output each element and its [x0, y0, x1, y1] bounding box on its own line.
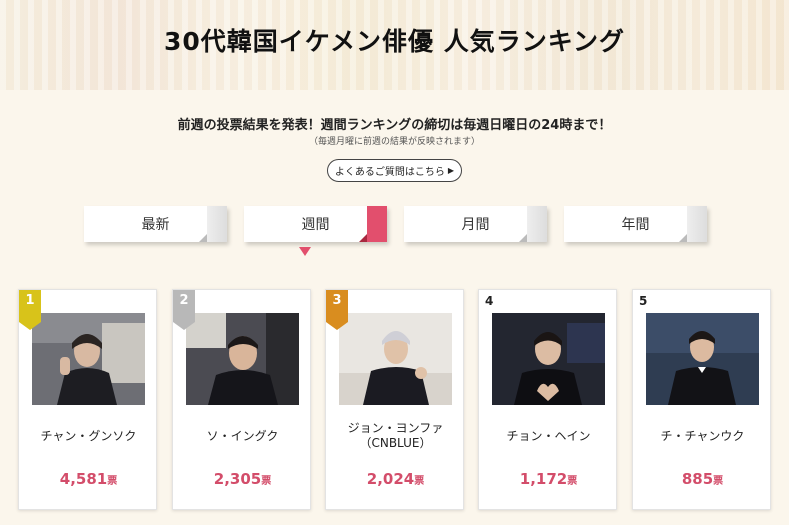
vote-number: 4,581	[59, 470, 108, 488]
play-arrow-icon: ▶	[447, 166, 455, 175]
vote-unit: 票	[261, 476, 272, 487]
faq-button[interactable]: よくあるご質問はこちら ▶	[327, 159, 462, 182]
tab-fold	[519, 206, 547, 242]
vote-count: 4,581票	[19, 470, 158, 488]
actor-name-line: チ・チャンウク	[660, 428, 745, 443]
tab-fold	[199, 206, 227, 242]
actor-name-line: ジョン・ヨンファ	[347, 421, 444, 435]
tab-fold	[359, 206, 387, 242]
actor-name: チョン・ヘイン	[479, 416, 618, 456]
tab-latest[interactable]: 最新	[84, 206, 227, 242]
announcement-note: （毎週月曜に前週の結果が反映されます）	[308, 137, 480, 147]
vote-unit: 票	[107, 476, 118, 487]
actor-name: ジョン・ヨンファ （CNBLUE）	[326, 416, 465, 456]
vote-number: 1,172	[519, 470, 568, 488]
vote-count: 2,305票	[173, 470, 312, 488]
tab-label: 年間	[621, 217, 650, 233]
actor-name: チ・チャンウク	[633, 416, 772, 456]
vote-unit: 票	[414, 476, 425, 487]
tab-label: 最新	[141, 217, 170, 233]
faq-button-label: よくあるご質問はこちら	[334, 167, 445, 178]
actor-name-line: チャン・グンソク	[40, 428, 137, 443]
vote-unit: 票	[713, 476, 724, 487]
rank-number: 4	[485, 294, 494, 308]
vote-count: 885票	[633, 470, 772, 488]
actor-name-group: （CNBLUE）	[359, 436, 432, 450]
rank-badge: 1	[19, 290, 41, 330]
rank-badge: 2	[173, 290, 195, 330]
actor-photo[interactable]	[32, 313, 145, 405]
actor-name: ソ・イングク	[173, 416, 312, 456]
tab-label: 月間	[461, 217, 490, 233]
actor-photo[interactable]	[186, 313, 299, 405]
ranking-card-1[interactable]: 1 チャン・グンソク 4,581票	[18, 289, 157, 510]
active-tab-indicator-icon	[299, 247, 311, 256]
actor-photo[interactable]	[646, 313, 759, 405]
vote-number: 885	[681, 470, 714, 488]
ranking-card-2[interactable]: 2 ソ・イングク 2,305票	[172, 289, 311, 510]
rank-number: 5	[639, 294, 648, 308]
tab-weekly[interactable]: 週間	[244, 206, 387, 242]
vote-number: 2,024	[366, 470, 415, 488]
ranking-card-5[interactable]: 5 チ・チャンウク 885票	[632, 289, 771, 510]
actor-photo[interactable]	[492, 313, 605, 405]
rank-badge: 3	[326, 290, 348, 330]
actor-name-line: チョン・ヘイン	[506, 428, 591, 443]
page-title: 30代韓国イケメン俳優 人気ランキング	[164, 27, 625, 56]
vote-number: 2,305	[213, 470, 262, 488]
actor-photo[interactable]	[339, 313, 452, 405]
ranking-card-3[interactable]: 3 ジョン・ヨンファ （CNBLUE） 2,024票	[325, 289, 464, 510]
tab-fold	[679, 206, 707, 242]
tab-yearly[interactable]: 年間	[564, 206, 707, 242]
ranking-card-4[interactable]: 4 チョン・ヘイン 1,172票	[478, 289, 617, 510]
vote-count: 1,172票	[479, 470, 618, 488]
tab-monthly[interactable]: 月間	[404, 206, 547, 242]
vote-unit: 票	[567, 476, 578, 487]
vote-count: 2,024票	[326, 470, 465, 488]
actor-name: チャン・グンソク	[19, 416, 158, 456]
announcement-text: 前週の投票結果を発表！週間ランキングの締切は毎週日曜日の24時まで！	[177, 118, 612, 133]
tab-label: 週間	[301, 217, 330, 233]
actor-name-line: ソ・イングク	[206, 428, 279, 443]
